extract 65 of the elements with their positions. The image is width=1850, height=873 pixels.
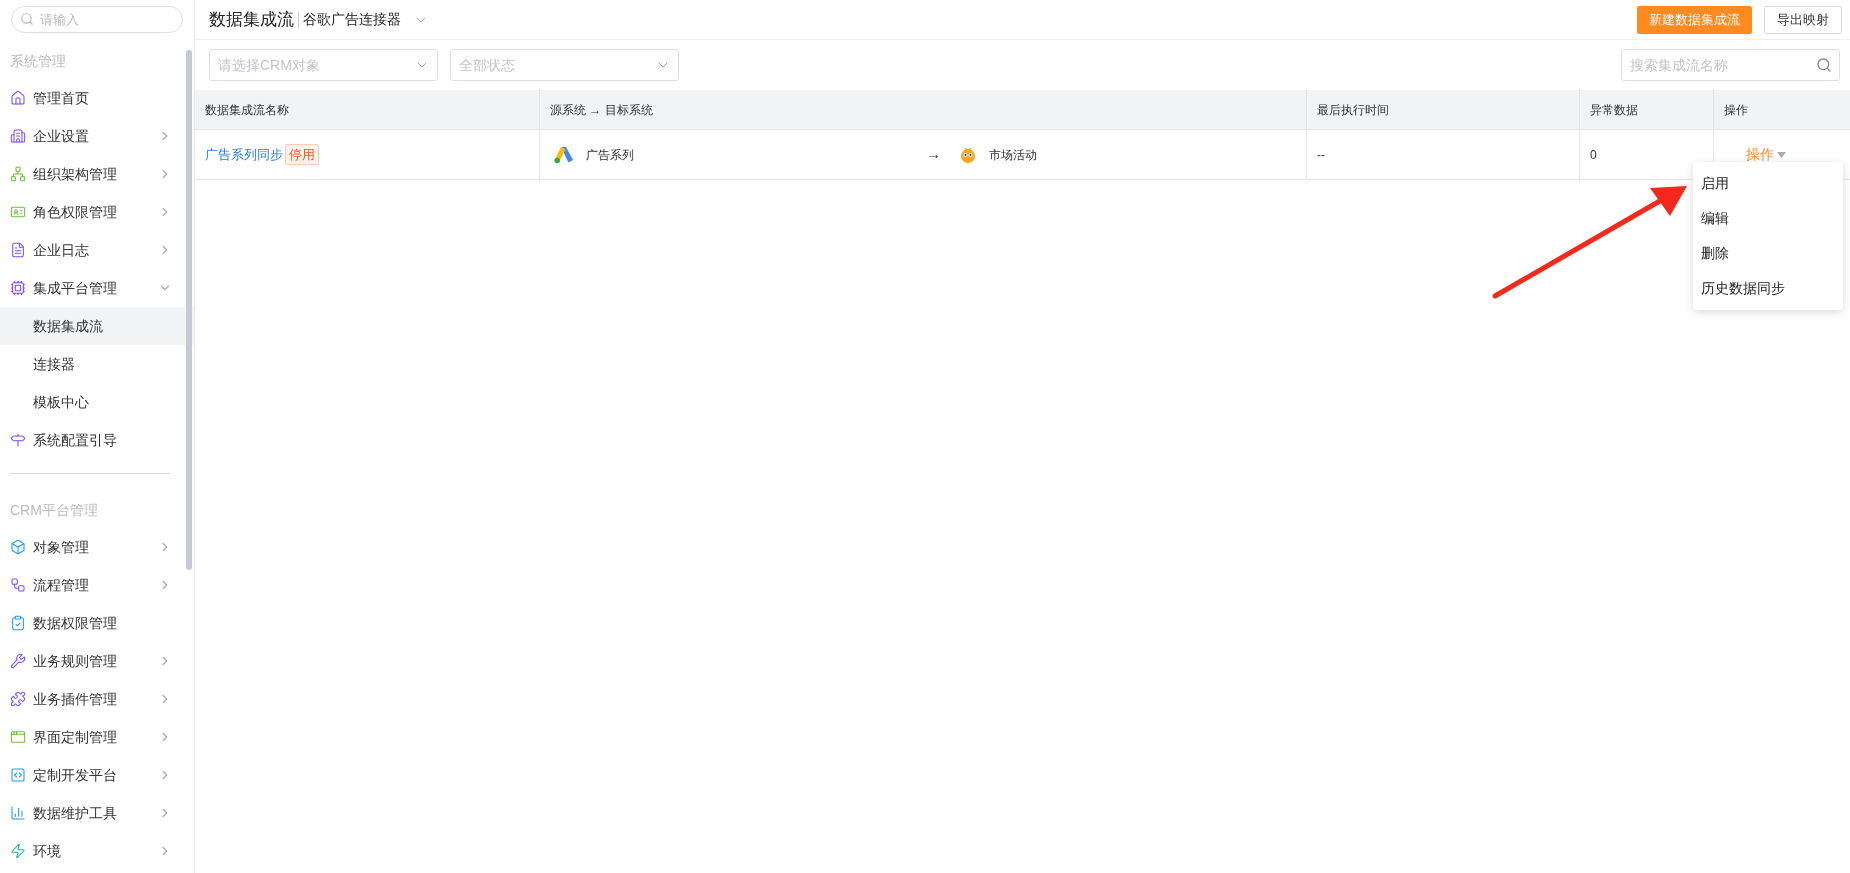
- menu-item[interactable]: 历史数据同步: [1693, 271, 1843, 306]
- page-title: 数据集成流: [209, 8, 294, 31]
- flow-name-link[interactable]: 广告系列同步: [205, 144, 283, 165]
- sidebar-item[interactable]: 系统配置引导: [0, 421, 194, 459]
- section-title: CRM平台管理: [9, 500, 99, 520]
- target-system: 市场活动: [989, 146, 1037, 164]
- export-button[interactable]: 导出映射: [1764, 5, 1842, 34]
- signpost-icon: [10, 432, 26, 448]
- search-field[interactable]: 搜索集成流名称: [1621, 49, 1840, 81]
- flow-icon: [10, 577, 26, 593]
- puzzle-icon: [10, 691, 26, 707]
- arrow-text: →: [926, 144, 941, 165]
- column-header: 源系统 → 目标系统: [539, 90, 1306, 130]
- sidebar-item[interactable]: 业务插件管理: [0, 680, 194, 718]
- column-header: 操作: [1713, 90, 1850, 130]
- id-card-icon: [10, 204, 26, 220]
- menu-item[interactable]: 启用: [1693, 166, 1843, 201]
- menu-item[interactable]: 编辑: [1693, 201, 1843, 236]
- sidebar-subitem[interactable]: 数据集成流: [0, 307, 194, 345]
- section-title: 系统管理: [9, 51, 67, 71]
- google-ads-logo: [554, 145, 574, 164]
- filter-select[interactable]: 全部状态: [450, 49, 679, 81]
- sidebar-item[interactable]: 对象管理: [0, 528, 194, 566]
- chip-icon: [10, 280, 26, 296]
- error-count: 0: [1590, 146, 1597, 164]
- sidebar-item[interactable]: 环境: [0, 832, 194, 870]
- bar-chart-icon: [10, 805, 26, 821]
- sidebar-item[interactable]: 集成平台管理: [0, 269, 194, 307]
- wrench-icon: [10, 653, 26, 669]
- last-run-time: --: [1317, 146, 1325, 164]
- sidebar-item[interactable]: 数据维护工具: [0, 794, 194, 832]
- sidebar-item[interactable]: 定制开发平台: [0, 756, 194, 794]
- sidebar-item[interactable]: 企业日志: [0, 231, 194, 269]
- caret-icon: [1777, 151, 1786, 158]
- menu-item[interactable]: 删除: [1693, 236, 1843, 271]
- status-tag: 停用: [285, 143, 319, 166]
- connector-name: 谷歌广告连接器: [303, 10, 401, 29]
- home-icon: [10, 90, 26, 106]
- code-icon: [10, 767, 26, 783]
- org-chart-icon: [10, 166, 26, 182]
- document-icon: [10, 242, 26, 258]
- sidebar-item[interactable]: 组织架构管理: [0, 155, 194, 193]
- column-header: 数据集成流名称: [195, 90, 539, 130]
- cube-icon: [10, 539, 26, 555]
- search-icon: [1816, 57, 1832, 73]
- sidebar-item[interactable]: 流程管理: [0, 566, 194, 604]
- sidebar-item[interactable]: 数据权限管理: [0, 604, 194, 642]
- bot-face-icon: [959, 145, 977, 164]
- sidebar-item[interactable]: 管理首页: [0, 79, 194, 117]
- source-system: 广告系列: [586, 146, 635, 164]
- sidebar-item[interactable]: 企业设置: [0, 117, 194, 155]
- sidebar-item[interactable]: 界面定制管理: [0, 718, 194, 756]
- lightning-icon: [10, 843, 26, 859]
- sidebar-item[interactable]: 角色权限管理: [0, 193, 194, 231]
- search-field[interactable]: 请输入: [11, 6, 183, 33]
- search-icon: [20, 12, 34, 26]
- filter-select[interactable]: 请选择CRM对象: [209, 49, 438, 81]
- building-icon: [10, 128, 26, 144]
- column-header: 异常数据: [1579, 90, 1713, 130]
- sidebar-subitem[interactable]: 模板中心: [0, 383, 194, 421]
- sidebar-subitem[interactable]: 连接器: [0, 345, 194, 383]
- clipboard-icon: [10, 615, 26, 631]
- column-header: 最后执行时间: [1306, 90, 1579, 130]
- window-icon: [10, 729, 26, 745]
- sidebar-item[interactable]: 业务规则管理: [0, 642, 194, 680]
